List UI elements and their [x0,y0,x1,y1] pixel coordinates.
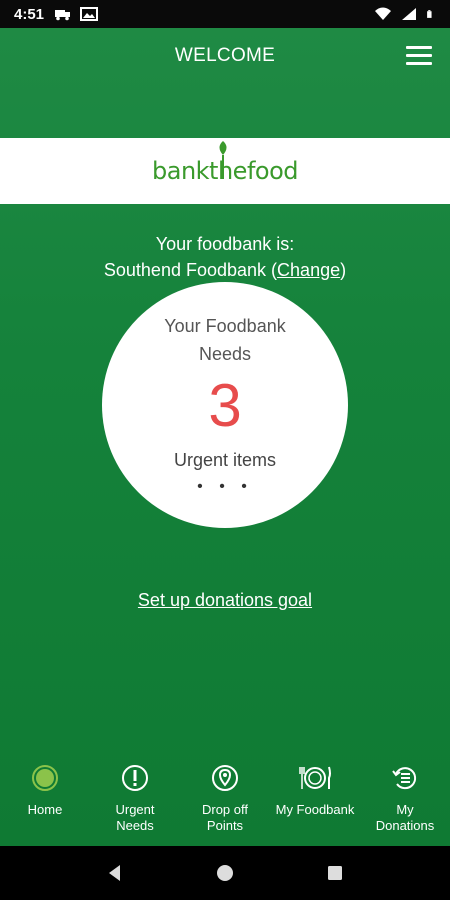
nav-label-home: Home [27,802,63,817]
history-list-icon [392,767,417,790]
nav-item-my-foodbank[interactable]: My Foodbank [270,758,360,846]
urgent-count: 3 [208,372,242,439]
nav-item-home[interactable]: Home [0,758,90,846]
needs-title-line2: Needs [198,344,252,364]
top-app-bar: WELCOME [0,28,450,84]
status-bar: 4:51 [0,0,450,28]
nav-item-my-donations[interactable]: My Donations [360,758,450,846]
more-dots: • • • [197,478,253,495]
bottom-navigation: Home Urgent Needs Drop off Points My Foo… [0,758,450,846]
foodbank-needs-card[interactable]: Your Foodbank Needs 3 Urgent items • • • [102,282,348,528]
home-icon[interactable] [215,863,235,883]
nav-label-donations-line2: Donations [375,818,435,833]
foodbank-name: Southend Foodbank [103,260,267,280]
app-screen: WELCOME bankthefood Your foodbank is: So… [0,28,450,846]
nav-label-urgent-line1: Urgent [115,802,155,817]
leaf-icon [219,141,227,179]
nav-label-donations-line1: My [396,802,414,817]
foodbank-label: Your foodbank is: [155,234,295,254]
plate-cutlery-icon [299,766,331,789]
needs-title-line1: Your Foodbank [164,316,286,336]
home-circle-icon [32,765,58,791]
alert-icon [122,765,148,791]
signal-icon [402,8,416,20]
page-title: WELCOME [174,45,276,66]
change-foodbank-link[interactable]: Change [277,260,340,280]
change-close-paren: ) [340,260,347,280]
logo-banner: bankthefood [0,138,450,204]
nav-item-drop-off-points[interactable]: Drop off Points [180,758,270,846]
urgent-items-label: Urgent items [173,450,277,470]
needs-title: Your Foodbank Needs [102,312,348,368]
nav-label-my-foodbank: My Foodbank [275,802,355,817]
nav-label-drop-line1: Drop off [201,802,248,817]
wifi-icon [375,7,391,20]
back-icon[interactable] [105,863,125,883]
hamburger-menu-icon[interactable] [406,46,432,66]
recents-icon[interactable] [325,863,345,883]
image-icon [80,7,99,21]
system-navigation-bar [0,846,450,900]
foodbank-name-line: Southend Foodbank (Change) [0,257,450,283]
truck-icon [55,10,71,21]
nav-label-urgent-line2: Needs [116,818,154,833]
set-up-donations-goal-link[interactable]: Set up donations goal [0,590,450,611]
nav-label-drop-line2: Points [206,818,244,833]
nav-item-urgent-needs[interactable]: Urgent Needs [90,758,180,846]
location-pin-icon [212,765,238,791]
foodbank-info: Your foodbank is: Southend Foodbank (Cha… [0,231,450,283]
bankthefood-logo: bankthefood [152,141,299,185]
battery-icon [427,10,432,18]
status-time: 4:51 [14,5,45,23]
